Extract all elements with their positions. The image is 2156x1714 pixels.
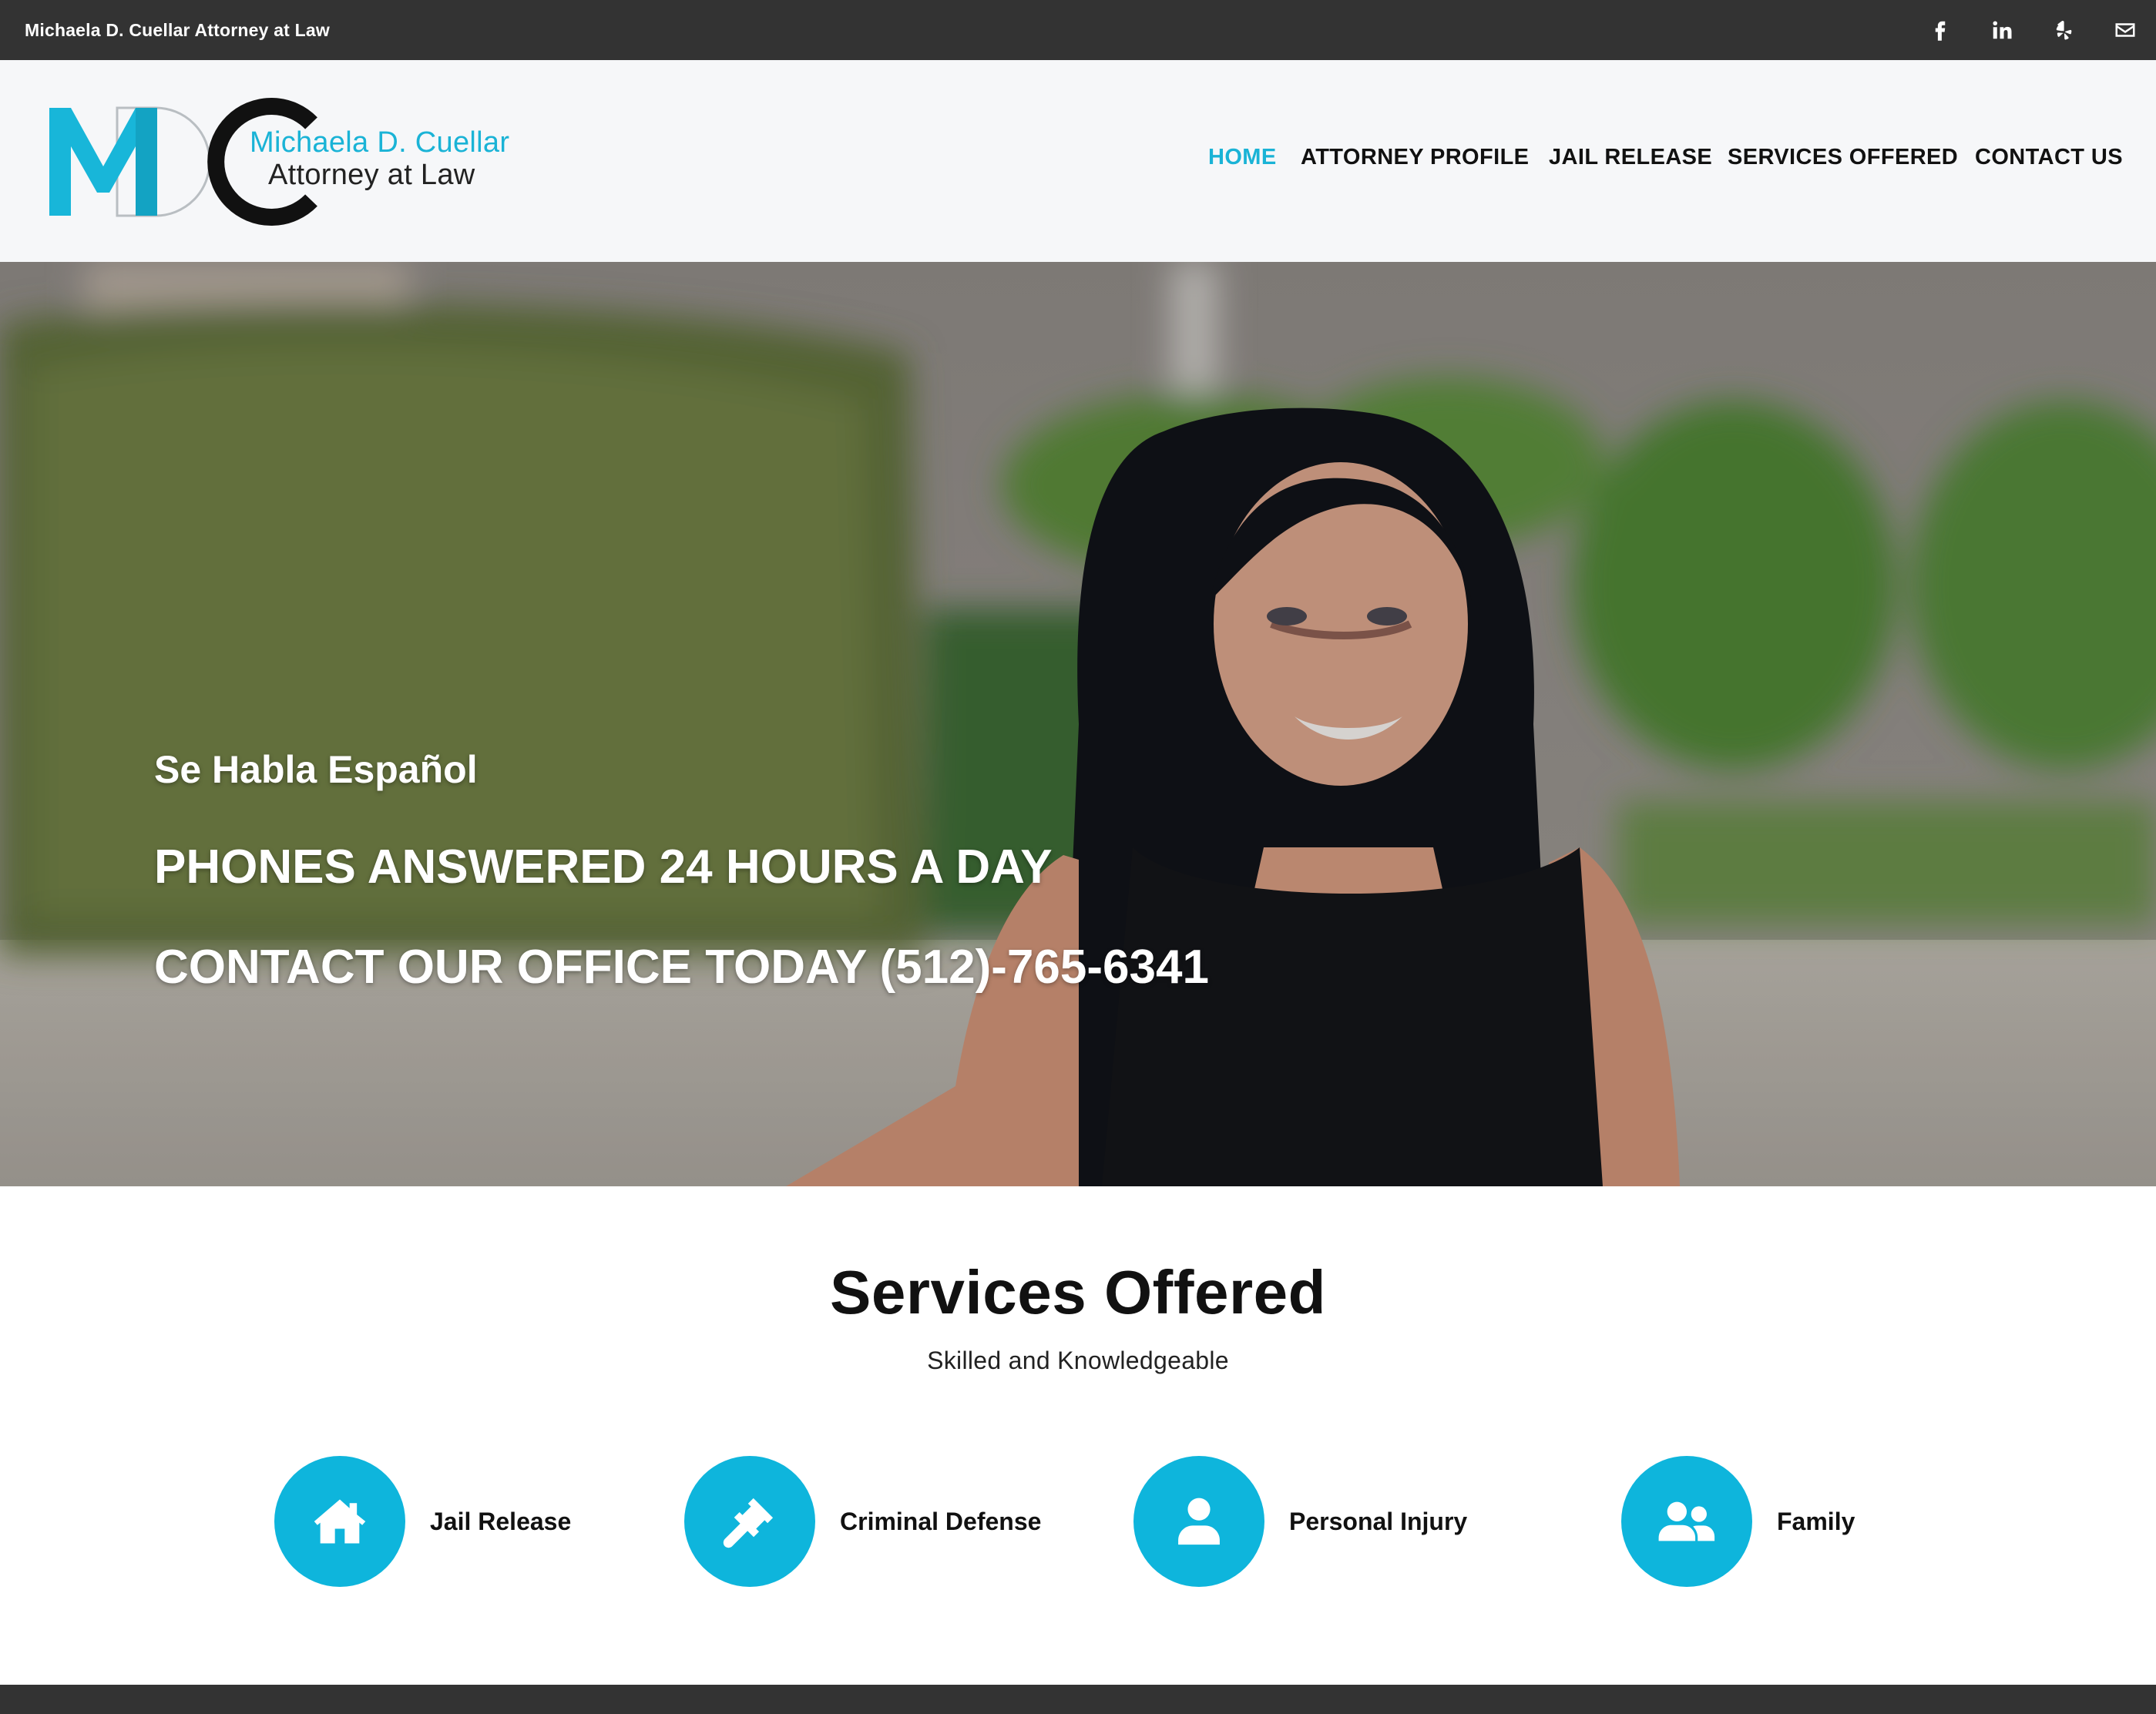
service-jail-release[interactable]: Jail Release: [274, 1456, 571, 1587]
logo-name: Michaela D. Cuellar: [250, 126, 510, 159]
service-family[interactable]: Family: [1621, 1456, 1855, 1587]
home-icon: [314, 1499, 366, 1544]
hero-banner: Se Habla Español PHONES ANSWERED 24 HOUR…: [0, 262, 2156, 1186]
hero-photo: [0, 262, 2156, 1186]
nav-contact-us[interactable]: CONTACT US: [1975, 145, 2123, 170]
service-label: Jail Release: [430, 1507, 572, 1535]
email-link[interactable]: [2108, 13, 2142, 47]
service-label: Personal Injury: [1289, 1507, 1468, 1535]
users-icon: [1658, 1501, 1715, 1541]
nav-home[interactable]: HOME: [1208, 145, 1277, 170]
facebook-link[interactable]: [1923, 13, 1957, 47]
email-icon: [2115, 23, 2135, 37]
yelp-icon: [2056, 21, 2072, 40]
service-icon-circle: [274, 1456, 405, 1587]
service-icon-circle: [684, 1456, 815, 1587]
service-label: Criminal Defense: [840, 1507, 1042, 1535]
logo[interactable]: Michaela D. Cuellar Attorney at Law: [49, 92, 527, 231]
linkedin-icon: [1993, 21, 2012, 39]
logo-subtitle: Attorney at Law: [268, 159, 475, 191]
hero-contact-line[interactable]: CONTACT OUR OFFICE TODAY (512)-765-6341: [154, 940, 1209, 995]
gavel-icon: [723, 1498, 774, 1548]
service-icon-circle: [1621, 1456, 1752, 1587]
hero-phones-line: PHONES ANSWERED 24 HOURS A DAY: [154, 840, 1053, 894]
footer-strip: [0, 1685, 2156, 1714]
service-personal-injury[interactable]: Personal Injury: [1133, 1456, 1467, 1587]
facebook-icon: [1935, 21, 1946, 41]
nav-services-offered[interactable]: SERVICES OFFERED: [1728, 145, 1958, 170]
nav-jail-release[interactable]: JAIL RELEASE: [1549, 145, 1712, 170]
site-title: Michaela D. Cuellar Attorney at Law: [25, 20, 330, 40]
services-title: Services Offered: [830, 1258, 1326, 1327]
yelp-link[interactable]: [2047, 13, 2080, 47]
linkedin-link[interactable]: [1985, 13, 2019, 47]
service-criminal-defense[interactable]: Criminal Defense: [684, 1456, 1041, 1587]
site-header: Michaela D. Cuellar Attorney at Law HOME…: [0, 60, 2156, 262]
service-icon-circle: [1133, 1456, 1264, 1587]
hero-spanish-line: Se Habla Español: [154, 748, 478, 791]
nav-attorney-profile[interactable]: ATTORNEY PROFILE: [1301, 145, 1529, 170]
top-bar: Michaela D. Cuellar Attorney at Law: [0, 0, 2156, 60]
user-icon: [1178, 1498, 1220, 1545]
services-subtitle: Skilled and Knowledgeable: [927, 1347, 1229, 1374]
service-label: Family: [1777, 1507, 1855, 1535]
